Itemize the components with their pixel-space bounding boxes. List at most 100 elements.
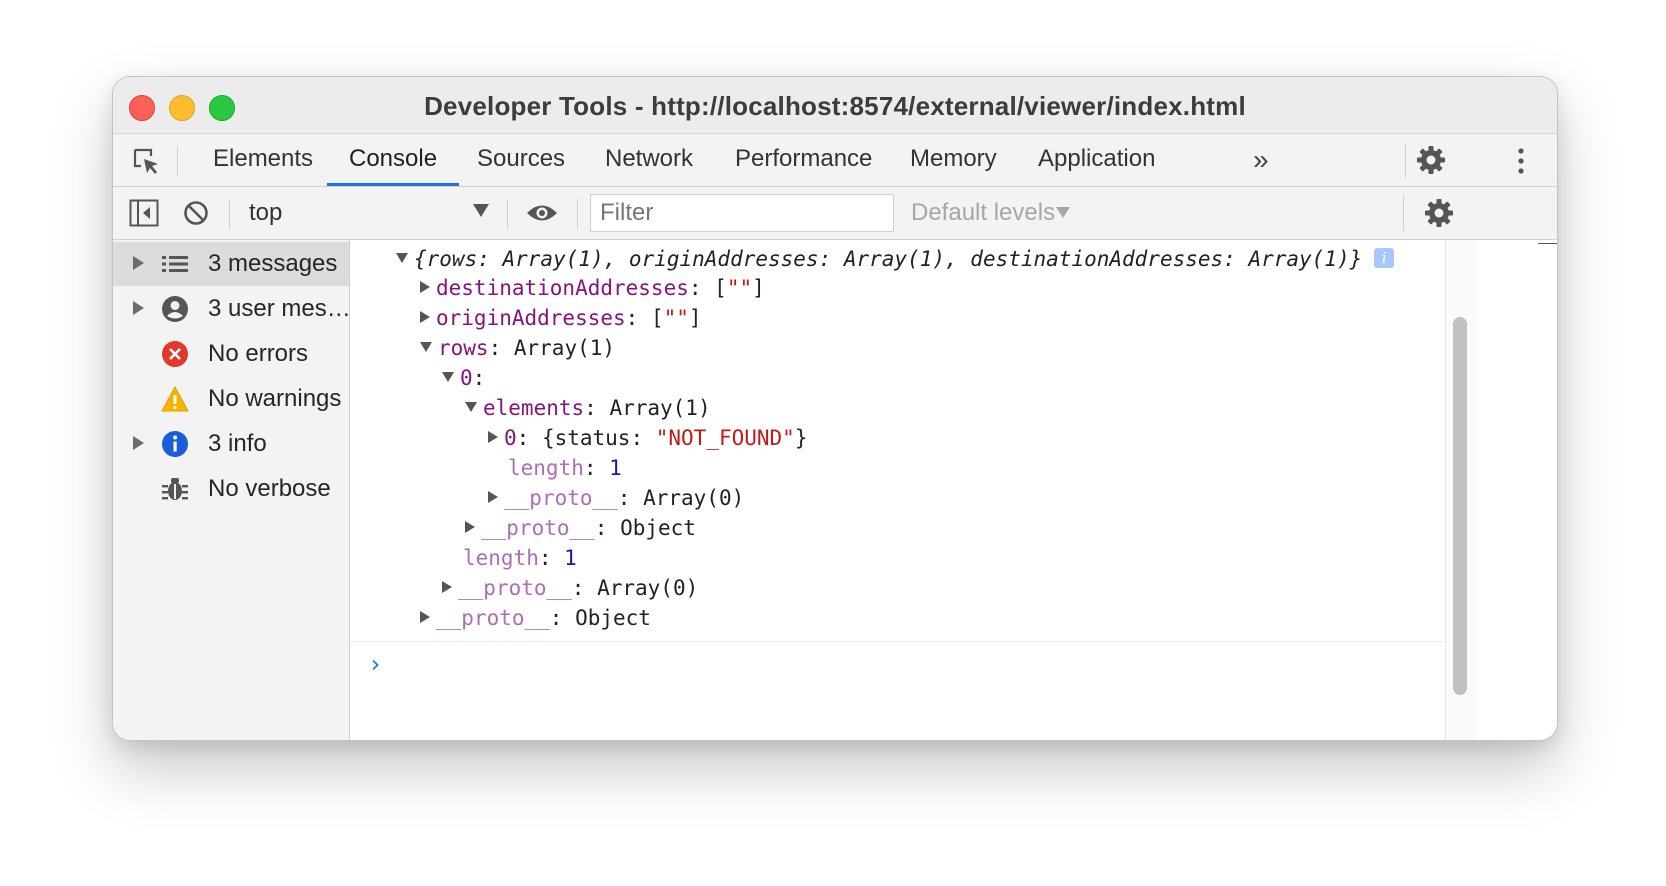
property-value: Array(1) (513, 336, 616, 360)
prompt-divider (350, 641, 1445, 642)
live-expression-eye-icon[interactable] (525, 202, 559, 224)
expand-triangle-icon[interactable] (488, 491, 498, 503)
console-output: {rows: Array(1), originAddresses: Array(… (350, 240, 1557, 740)
property-value: Object (575, 606, 651, 630)
bug-icon (162, 478, 188, 500)
tree-row-rows-0[interactable]: 0: (442, 364, 485, 392)
tree-row-object-proto[interactable]: __proto__: Object (420, 604, 651, 632)
property-value: "" (663, 306, 689, 330)
expand-triangle-icon[interactable] (420, 311, 430, 323)
property-value: 1 (609, 456, 622, 480)
property-key: elements (483, 396, 585, 420)
sidebar-item-label: No warnings (208, 385, 342, 412)
scrollbar-thumb[interactable] (1453, 317, 1467, 695)
context-dropdown-arrow-icon[interactable] (473, 204, 489, 217)
tree-row-rows[interactable]: rows: Array(1) (420, 334, 615, 362)
object-summary: {rows: Array(1), originAddresses: Array(… (414, 247, 1363, 271)
devtools-window: Developer Tools - http://localhost:8574/… (112, 76, 1558, 741)
property-value: 1 (564, 546, 577, 570)
property-key: __proto__ (436, 606, 550, 630)
panel-tab-bar: Elements Console Sources Network Perform… (113, 134, 1557, 187)
property-value: Array(0) (597, 576, 699, 600)
property-value: Array(0) (643, 486, 745, 510)
console-sidebar: 3 messages 3 user mes… No errors No warn… (113, 240, 351, 740)
property-key: originAddresses (436, 306, 626, 330)
levels-dropdown-arrow-icon[interactable] (1056, 207, 1070, 218)
sidebar-item-warnings[interactable]: No warnings (113, 377, 349, 421)
collapse-triangle-icon[interactable] (420, 342, 432, 352)
expand-caret-icon[interactable] (133, 436, 144, 450)
error-icon (162, 341, 188, 367)
sidebar-item-label: No errors (208, 340, 309, 367)
tab-memory[interactable]: Memory (888, 134, 1019, 186)
expand-triangle-icon[interactable] (465, 521, 475, 533)
divider (177, 146, 178, 176)
expand-caret-icon[interactable] (133, 301, 144, 315)
property-key: 0 (504, 426, 517, 450)
property-key: status (554, 426, 631, 450)
property-key: __proto__ (458, 576, 572, 600)
property-key: __proto__ (504, 486, 618, 510)
collapse-triangle-icon[interactable] (465, 402, 477, 412)
settings-gear-icon[interactable] (1415, 144, 1447, 176)
summary-underline (1538, 243, 1557, 244)
tree-row-elements-proto[interactable]: __proto__: Array(0) (488, 484, 744, 512)
divider (1403, 195, 1404, 231)
more-tabs-button[interactable]: » (1253, 144, 1269, 176)
console-message-object[interactable]: {rows: Array(1), originAddresses: Array(… (396, 245, 1395, 273)
property-value: "" (726, 276, 753, 300)
console-settings-gear-icon[interactable] (1423, 197, 1455, 229)
expand-triangle-icon[interactable] (442, 581, 452, 593)
expand-triangle-icon[interactable] (488, 431, 498, 443)
sidebar-item-errors[interactable]: No errors (113, 332, 349, 376)
sidebar-item-label: 3 user mes… (208, 295, 351, 322)
filter-input[interactable] (590, 194, 894, 232)
tab-application[interactable]: Application (1016, 134, 1177, 186)
title-bar: Developer Tools - http://localhost:8574/… (113, 77, 1557, 134)
inspect-element-icon[interactable] (131, 146, 161, 176)
tab-sources[interactable]: Sources (455, 134, 587, 186)
clear-console-icon[interactable] (183, 200, 209, 226)
expand-triangle-icon[interactable] (420, 281, 430, 293)
console-scrollbar[interactable] (1445, 240, 1476, 740)
tab-network[interactable]: Network (583, 134, 715, 186)
collapse-triangle-icon[interactable] (396, 253, 408, 263)
tab-console[interactable]: Console (327, 134, 460, 186)
property-key: 0 (460, 366, 473, 390)
sidebar-item-verbose[interactable]: No verbose (113, 467, 349, 511)
sidebar-item-label: No verbose (208, 475, 331, 502)
tree-row-origin-addresses[interactable]: originAddresses: [""] (420, 304, 702, 332)
info-icon (162, 431, 188, 457)
tree-row-elements-0[interactable]: 0: {status: "NOT_FOUND"} (488, 424, 807, 452)
user-icon (162, 296, 188, 322)
tree-row-destination-addresses[interactable]: destinationAddresses: [""] (420, 274, 765, 302)
property-key: length (463, 546, 539, 570)
info-badge-icon[interactable]: i (1374, 248, 1395, 268)
toggle-sidebar-icon[interactable] (129, 199, 159, 227)
warning-icon (161, 385, 189, 412)
tab-elements[interactable]: Elements (191, 134, 335, 186)
context-selector[interactable]: top (249, 199, 282, 227)
tree-row-rows-length: length: 1 (463, 546, 577, 570)
collapse-triangle-icon[interactable] (442, 372, 454, 382)
sidebar-item-messages[interactable]: 3 messages (113, 242, 349, 286)
tab-performance[interactable]: Performance (713, 134, 894, 186)
property-value: "NOT_FOUND" (655, 426, 795, 450)
log-levels-dropdown[interactable]: Default levels (911, 199, 1055, 227)
tree-row-elements[interactable]: elements: Array(1) (465, 394, 711, 422)
sidebar-item-user-messages[interactable]: 3 user mes… (113, 287, 351, 331)
property-key: rows (438, 336, 489, 360)
property-key: length (508, 456, 584, 480)
divider (507, 199, 508, 229)
tree-row-rows-proto[interactable]: __proto__: Array(0) (442, 574, 698, 602)
tree-row-rows-0-proto[interactable]: __proto__: Object (465, 514, 696, 542)
console-prompt[interactable]: › (368, 650, 382, 678)
sidebar-item-info[interactable]: 3 info (113, 422, 349, 466)
expand-caret-icon[interactable] (133, 256, 144, 270)
window-title: Developer Tools - http://localhost:8574/… (424, 91, 1246, 121)
tree-row-elements-length: length: 1 (508, 456, 622, 480)
property-value: Object (620, 516, 696, 540)
sidebar-item-label: 3 info (208, 430, 267, 457)
expand-triangle-icon[interactable] (420, 611, 430, 623)
more-options-kebab-icon[interactable] (1517, 148, 1525, 174)
